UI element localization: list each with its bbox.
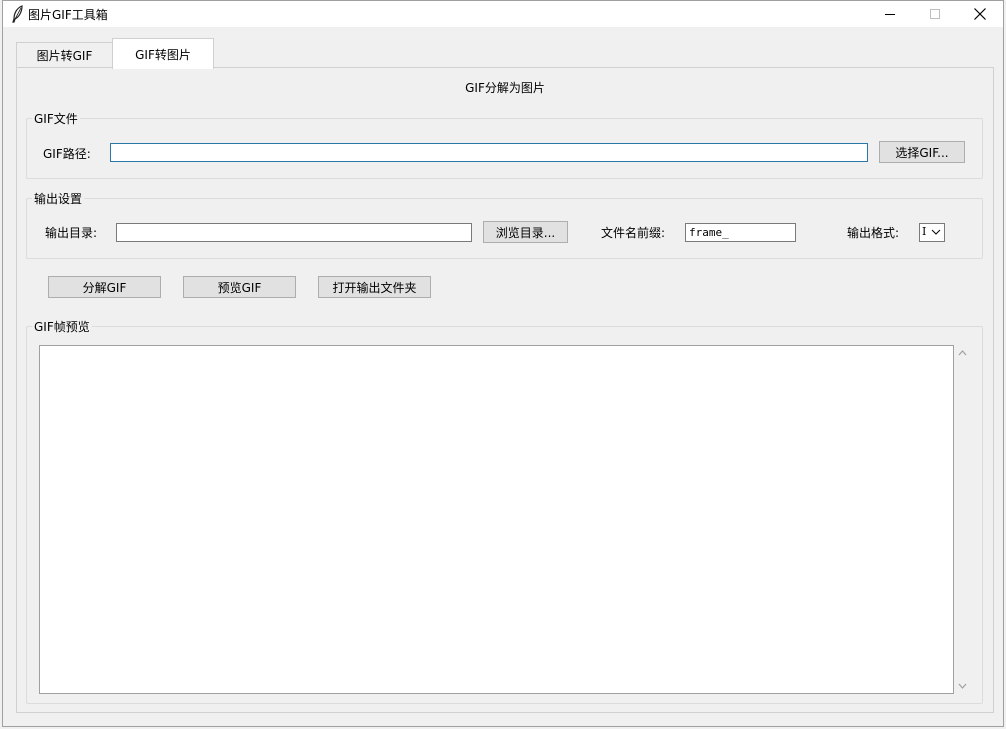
minimize-icon	[885, 14, 895, 15]
gif-frame-preview-group: GIF帧预览	[26, 318, 983, 704]
preview-gif-button[interactable]: 预览GIF	[183, 276, 296, 298]
window-title: 图片GIF工具箱	[28, 8, 108, 22]
button-label: 预览GIF	[217, 280, 262, 295]
button-label: 选择GIF...	[895, 145, 949, 160]
output-settings-group: 输出设置 输出目录: 浏览目录... 文件名前缀: 输出格式: I	[26, 190, 983, 259]
feather-app-icon	[12, 5, 23, 23]
output-format-select[interactable]: I	[919, 223, 945, 242]
group-label: GIF文件	[32, 110, 80, 127]
chevron-down-icon	[931, 229, 941, 235]
page-heading: GIF分解为图片	[465, 81, 545, 95]
preview-text-area[interactable]	[39, 345, 954, 694]
gif-path-input[interactable]	[110, 143, 868, 162]
output-dir-input[interactable]	[116, 223, 472, 242]
format-value: I	[922, 225, 927, 238]
filename-prefix-input[interactable]	[685, 223, 796, 242]
close-button[interactable]	[957, 1, 1003, 27]
gif-path-label: GIF路径:	[43, 147, 91, 161]
title-bar[interactable]: 图片GIF工具箱	[3, 1, 1003, 27]
open-output-folder-button[interactable]: 打开输出文件夹	[318, 276, 431, 298]
scroll-up-icon[interactable]	[957, 349, 968, 357]
app-window: 图片GIF工具箱 图片转GIF GIF转图片 GIF分解为图片 GIF文件 GI…	[2, 0, 1004, 727]
output-format-label: 输出格式:	[847, 226, 900, 240]
group-label: GIF帧预览	[32, 318, 92, 335]
gif-file-group: GIF文件 GIF路径: 选择GIF...	[26, 110, 983, 179]
maximize-icon	[930, 9, 940, 19]
tab-label: GIF转图片	[135, 47, 191, 62]
button-label: 打开输出文件夹	[332, 280, 417, 295]
split-gif-button[interactable]: 分解GIF	[48, 276, 161, 298]
tab-images-to-gif[interactable]: 图片转GIF	[16, 42, 113, 68]
group-label: 输出设置	[32, 190, 85, 207]
minimize-button[interactable]	[867, 1, 913, 27]
select-gif-button[interactable]: 选择GIF...	[879, 141, 965, 163]
tab-page-gif-to-images: GIF分解为图片 GIF文件 GIF路径: 选择GIF... 输出设置 输出目录…	[16, 67, 994, 713]
scroll-down-icon[interactable]	[957, 682, 968, 690]
close-icon	[974, 8, 986, 20]
filename-prefix-label: 文件名前缀:	[601, 226, 666, 240]
preview-scrollbar[interactable]	[954, 345, 971, 694]
tab-gif-to-images[interactable]: GIF转图片	[112, 38, 214, 69]
button-label: 浏览目录...	[495, 225, 556, 240]
browse-dir-button[interactable]: 浏览目录...	[483, 221, 568, 243]
tab-label: 图片转GIF	[36, 49, 93, 63]
output-dir-label: 输出目录:	[45, 226, 98, 240]
maximize-button[interactable]	[912, 1, 958, 27]
button-label: 分解GIF	[82, 280, 127, 295]
